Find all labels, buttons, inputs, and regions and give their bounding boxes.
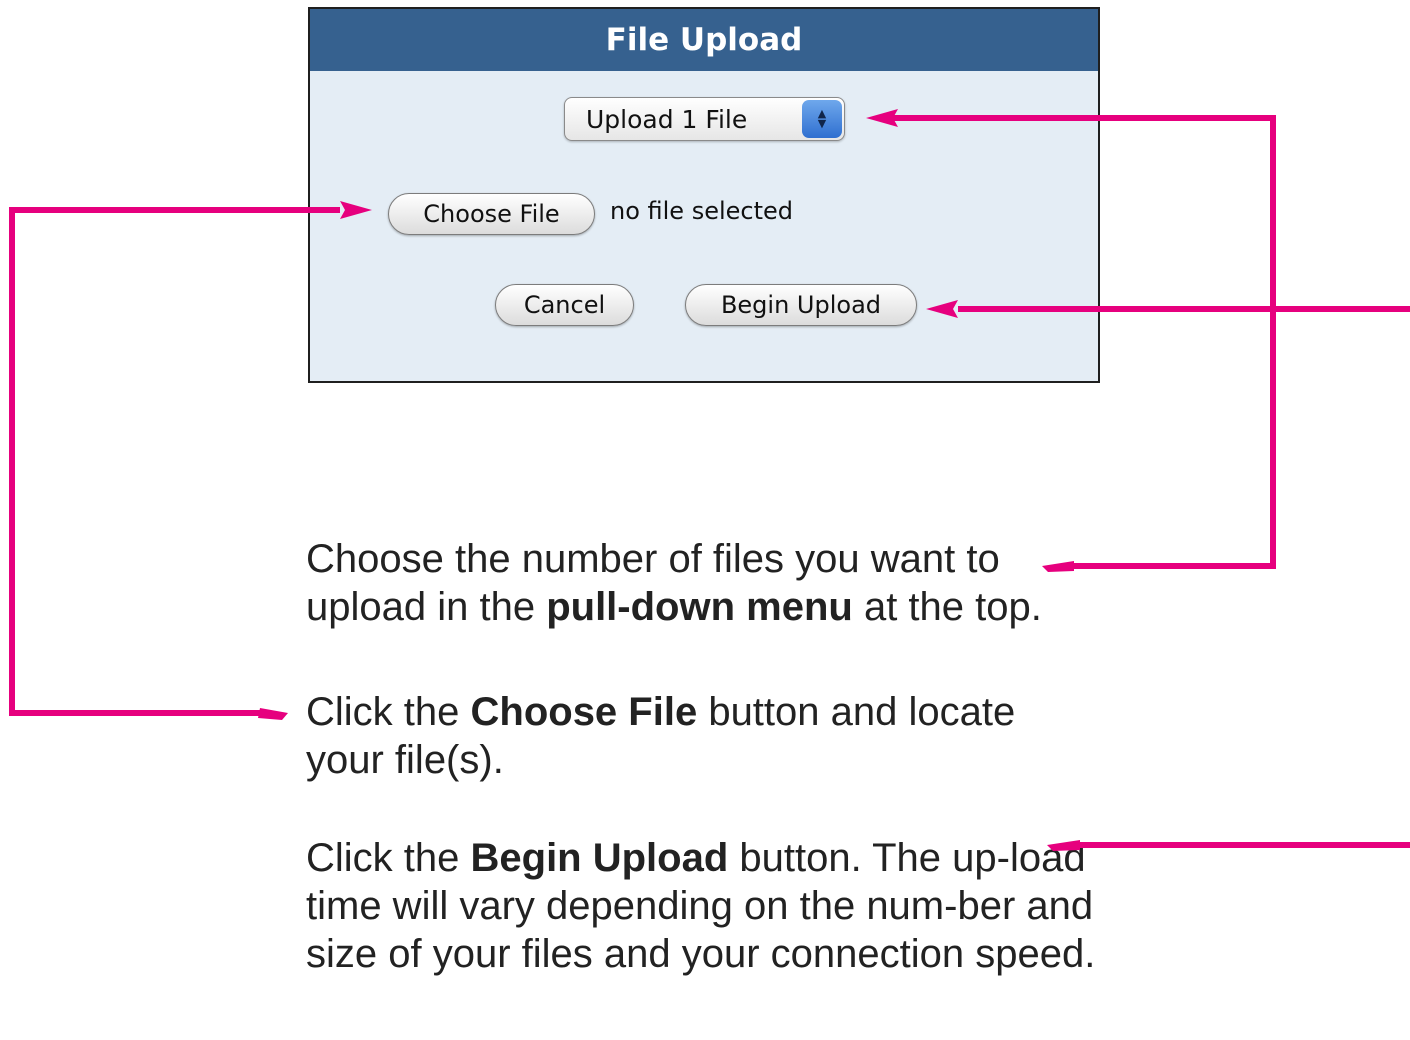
arrow-tail-step3-icon bbox=[1047, 840, 1080, 851]
arrow-tail-step1-icon bbox=[1042, 561, 1074, 572]
callout-line-select bbox=[885, 115, 1276, 569]
callout-line-choose-file bbox=[9, 207, 340, 716]
arrowhead-begin-upload-icon bbox=[926, 300, 958, 318]
callout-arrows bbox=[9, 109, 1410, 851]
arrowhead-choose-file-icon bbox=[340, 201, 372, 219]
arrow-tail-step2-icon bbox=[258, 708, 288, 720]
